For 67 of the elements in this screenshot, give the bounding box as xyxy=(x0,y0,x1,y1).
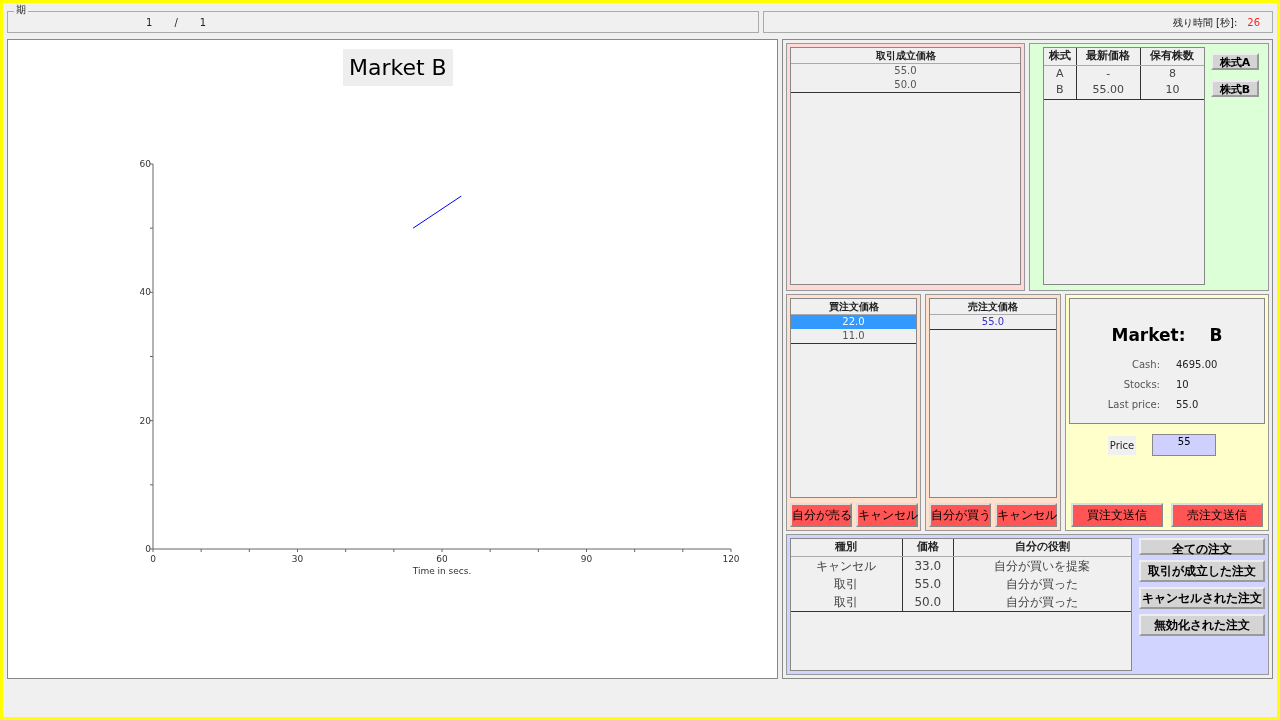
timer-label: 残り時間 [秒]: xyxy=(1172,15,1238,30)
x-tick-label: 60 xyxy=(436,554,448,564)
table-cell: 自分が買いを提案 xyxy=(953,556,1131,575)
market-label: Market: xyxy=(1111,324,1186,347)
stock-button[interactable]: 株式A xyxy=(1211,53,1259,70)
price-label: Price xyxy=(1107,435,1137,455)
x-axis-label: Time in secs. xyxy=(412,566,472,576)
order-action-button[interactable]: 自分が買う xyxy=(929,503,991,527)
order-action-button[interactable]: 自分が売る xyxy=(790,503,852,527)
list-header: 売注文価格 xyxy=(930,299,1056,315)
y-tick-label: 60 xyxy=(139,159,151,169)
table-cell: 50.0 xyxy=(902,592,954,611)
order-action-button[interactable]: キャンセル xyxy=(995,503,1057,527)
stock-button[interactable]: 株式B xyxy=(1211,80,1259,97)
x-tick-label: 0 xyxy=(150,554,156,564)
y-tick-label: 20 xyxy=(139,415,151,426)
field-label: Stocks: xyxy=(1122,377,1160,392)
table-cell: A xyxy=(1044,65,1077,82)
field-value: 10 xyxy=(1176,377,1189,392)
order-action-button[interactable]: キャンセル xyxy=(856,503,918,527)
period-separator: / xyxy=(174,15,178,30)
column-header: 価格 xyxy=(902,539,954,556)
list-item[interactable]: 50.0 xyxy=(791,78,1020,92)
y-tick-label: 40 xyxy=(139,287,151,298)
field-label: Last price: xyxy=(1106,397,1160,412)
field-value: 55.0 xyxy=(1176,397,1199,412)
list-item[interactable]: 11.0 xyxy=(791,329,916,343)
submit-order-button[interactable]: 売注文送信 xyxy=(1171,503,1263,527)
column-header: 種別 xyxy=(791,539,903,556)
column-header: 保有株数 xyxy=(1140,48,1204,65)
column-header: 最新価格 xyxy=(1076,48,1141,65)
filter-button[interactable]: 無効化された注文 xyxy=(1139,614,1265,636)
x-tick-label: 90 xyxy=(580,554,593,564)
list-header: 取引成立価格 xyxy=(791,48,1020,64)
table-cell: 10 xyxy=(1140,82,1204,99)
market-name: B xyxy=(1209,324,1223,347)
list-item[interactable]: 55.0 xyxy=(930,315,1056,329)
filter-button[interactable]: キャンセルされた注文 xyxy=(1139,587,1265,609)
table-cell: 55.0 xyxy=(902,574,954,593)
price-line xyxy=(412,195,462,229)
chart-title: Market B xyxy=(343,49,453,86)
table-cell: 自分が買った xyxy=(953,574,1131,593)
column-header: 株式 xyxy=(1044,48,1077,65)
table-cell: 取引 xyxy=(791,592,903,611)
y-tick-label: 0 xyxy=(145,544,151,554)
x-tick-label: 30 xyxy=(291,554,304,564)
price-field[interactable]: 55 xyxy=(1152,434,1217,456)
table-cell: B xyxy=(1044,82,1077,99)
table-cell: キャンセル xyxy=(791,556,903,575)
table-cell: 自分が買った xyxy=(953,592,1131,611)
field-value: 4695.00 xyxy=(1176,357,1218,372)
filter-button[interactable]: 取引が成立した注文 xyxy=(1139,560,1265,582)
filter-button[interactable]: 全ての注文 xyxy=(1139,538,1265,555)
table-cell: 8 xyxy=(1140,65,1204,82)
timer-value: 26 xyxy=(1247,15,1260,30)
list-item[interactable]: 55.0 xyxy=(791,64,1020,78)
table-cell: 55.00 xyxy=(1076,82,1141,99)
group-label: 期 xyxy=(14,4,28,16)
x-tick-label: 120 xyxy=(722,554,740,564)
table-cell: - xyxy=(1076,65,1141,82)
column-header: 自分の役割 xyxy=(953,539,1131,556)
period-total: 1 xyxy=(199,15,207,30)
table-cell: 33.0 xyxy=(902,556,954,575)
field-label: Cash: xyxy=(1130,357,1160,372)
submit-order-button[interactable]: 買注文送信 xyxy=(1071,503,1163,527)
table-cell: 取引 xyxy=(791,574,903,593)
period-current: 1 xyxy=(146,15,153,30)
